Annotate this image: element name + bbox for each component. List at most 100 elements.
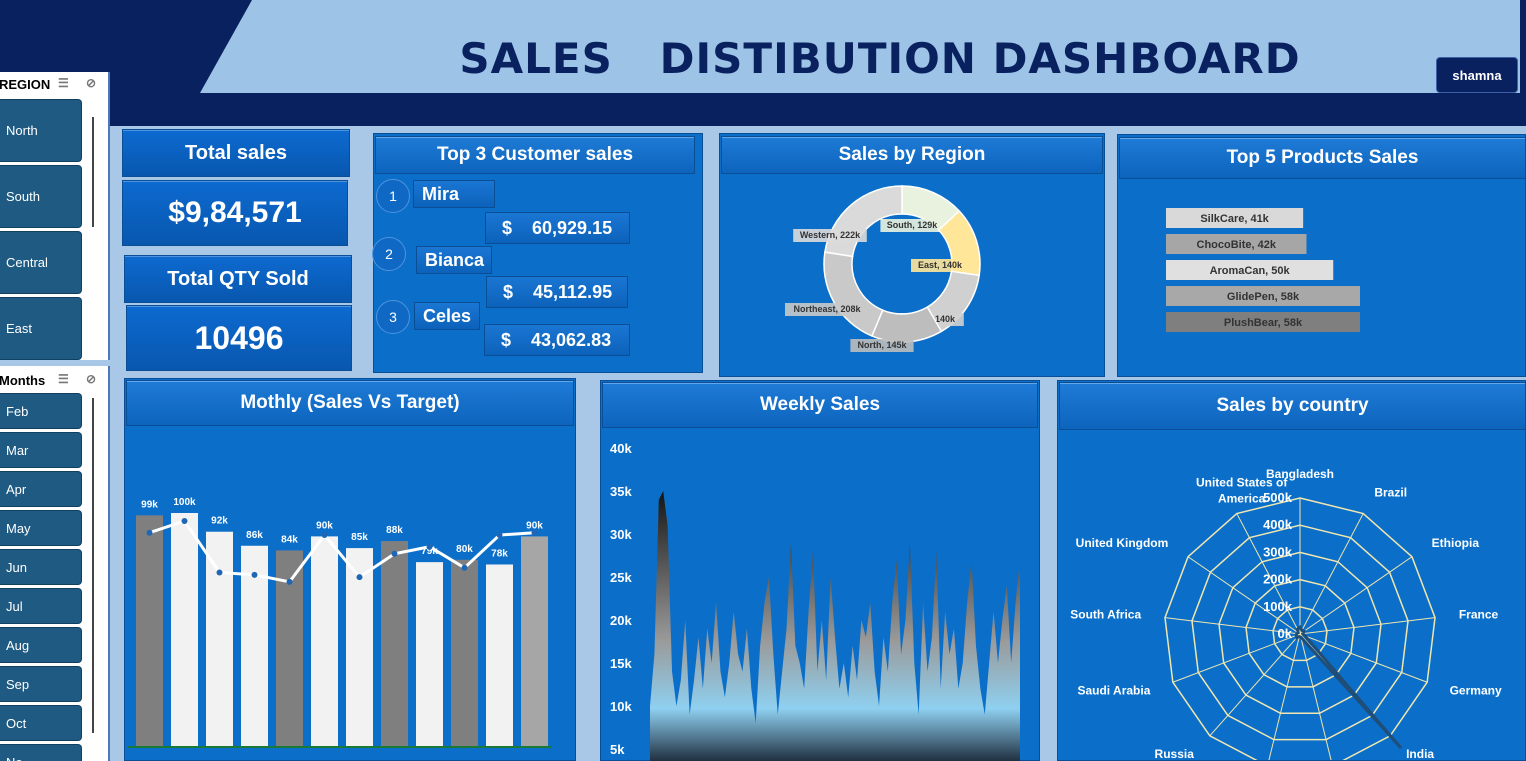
months-scrollbar[interactable] (92, 398, 94, 733)
monthly-bar-label: 88k (386, 525, 403, 536)
radar-category-label: Germany (1450, 684, 1502, 698)
product-bar-label: AromaCan, 50k (1210, 265, 1291, 277)
weekly-y-tick: 5k (610, 742, 625, 757)
clear-filter-icon[interactable]: ⊘ (86, 76, 96, 90)
monthly-target-point (461, 564, 468, 571)
month-item-oct[interactable]: Oct (0, 705, 82, 741)
radar-category-label: Ethiopia (1432, 536, 1480, 550)
radar-series (1294, 624, 1403, 750)
weekly-y-tick: 30k (610, 527, 632, 542)
month-item-label: Jul (6, 598, 23, 614)
region-scrollbar[interactable] (92, 117, 94, 227)
radar-category-label: Brazil (1374, 485, 1407, 499)
monthly-target-point (426, 543, 433, 550)
radar-category-label: France (1459, 608, 1499, 622)
radar-spoke (1209, 633, 1301, 737)
weekly-chart: 40k 35k 30k 25k 20k 15k 10k 5k (610, 441, 1020, 761)
customer-2-name: Bianca (416, 246, 492, 274)
month-item-aug[interactable]: Aug (0, 627, 82, 663)
month-item-feb[interactable]: Feb (0, 393, 82, 429)
month-item-may[interactable]: May (0, 510, 82, 546)
monthly-target-point (321, 532, 328, 539)
monthly-bar (451, 559, 478, 747)
weekly-y-tick: 20k (610, 613, 632, 628)
radar-spoke (1172, 633, 1301, 683)
weekly-title: Weekly Sales (602, 382, 1038, 428)
month-item-no[interactable]: No (0, 744, 82, 761)
region-item-south[interactable]: South (0, 165, 82, 228)
radar-spoke (1299, 513, 1364, 635)
header-strip (144, 93, 1526, 123)
donut-label: North, 145k (857, 340, 907, 350)
sales-by-region-title: Sales by Region (721, 136, 1103, 174)
total-sales-value: $9,84,571 (168, 196, 302, 229)
months-slicer-title: Months (0, 373, 46, 388)
top-products-chart: SilkCare, 41k ChocoBite, 42k AromaCan, 50k… (1166, 208, 1360, 332)
multi-select-icon[interactable]: ☰ (58, 76, 69, 90)
radar-category-label: Saudi Arabia (1077, 684, 1150, 698)
customer-3-name: Celes (414, 302, 480, 330)
multi-select-icon[interactable]: ☰ (58, 372, 69, 386)
monthly-target-point (181, 518, 188, 524)
donut-label: Western, 222k (800, 230, 861, 240)
monthly-bar (416, 562, 443, 747)
top-products-title: Top 5 Products Sales (1119, 137, 1526, 179)
monthly-bar-label: 80k (456, 544, 473, 555)
country-title: Sales by country (1059, 382, 1526, 430)
top-customers-title: Top 3 Customer sales (375, 136, 695, 174)
radar-r-tick: 400k (1263, 517, 1293, 532)
weekly-y-tick: 15k (610, 656, 632, 671)
month-item-apr[interactable]: Apr (0, 471, 82, 507)
month-item-label: Oct (6, 715, 27, 731)
monthly-bar-label: 84k (281, 534, 298, 545)
monthly-bar (311, 536, 338, 747)
monthly-bar-label: 99k (141, 499, 158, 510)
monthly-bar (521, 536, 548, 747)
radar-r-tick: 0k (1278, 626, 1293, 641)
month-item-sep[interactable]: Sep (0, 666, 82, 702)
product-bar-label: PlushBear, 58k (1224, 317, 1303, 329)
radar-category-label: South Africa (1070, 608, 1141, 622)
month-item-label: Jun (6, 559, 27, 575)
region-item-east[interactable]: East (0, 297, 82, 360)
product-bar-label: ChocoBite, 42k (1197, 239, 1277, 251)
month-item-label: Aug (6, 637, 30, 653)
country-chart: 0k100k200k300k400k500kBangladeshBrazilEt… (1070, 467, 1502, 760)
monthly-bar-label: 86k (246, 530, 263, 541)
total-sales-label-box: Total sales (122, 129, 350, 177)
radar-r-tick: 500k (1263, 490, 1293, 505)
weekly-y-tick: 25k (610, 570, 632, 585)
monthly-target-point (531, 529, 538, 536)
monthly-target-point (216, 569, 223, 576)
monthly-target-point (251, 571, 258, 578)
monthly-bar-label: 85k (351, 532, 368, 543)
month-item-label: Feb (6, 403, 29, 419)
region-item-central[interactable]: Central (0, 231, 82, 294)
monthly-target-point (356, 574, 363, 581)
month-item-mar[interactable]: Mar (0, 432, 82, 468)
donut-label: Northeast, 208k (793, 304, 861, 314)
total-sales-value-box: $9,84,571 (122, 180, 348, 246)
product-bar-label: SilkCare, 41k (1200, 213, 1269, 225)
monthly-bar-label: 90k (316, 520, 333, 531)
monthly-title: Mothly (Sales Vs Target) (126, 380, 574, 426)
monthly-target-point (496, 532, 503, 539)
radar-r-tick: 300k (1263, 544, 1293, 559)
month-item-label: No (6, 755, 23, 761)
monthly-target-point (286, 578, 293, 585)
radar-r-tick: 100k (1263, 599, 1293, 614)
user-badge[interactable]: shamna (1436, 57, 1518, 93)
month-item-jul[interactable]: Jul (0, 588, 82, 624)
total-sales-label: Total sales (185, 141, 287, 164)
region-item-north[interactable]: North (0, 99, 82, 162)
total-qty-label-box: Total QTY Sold (124, 255, 352, 303)
customer-1-value: $ 60,929.15 (485, 212, 630, 244)
customer-2-value: $ 45,112.95 (486, 276, 628, 308)
total-qty-value-box: 10496 (126, 305, 352, 371)
rank-3-badge: 3 (376, 300, 410, 334)
region-slicer: REGION ☰ ⊘ North South Central East (0, 72, 110, 360)
month-item-jun[interactable]: Jun (0, 549, 82, 585)
page-title: SALES DISTIBUTION DASHBOARD (459, 34, 1301, 83)
clear-filter-icon[interactable]: ⊘ (86, 372, 96, 386)
total-qty-label: Total QTY Sold (167, 267, 309, 290)
